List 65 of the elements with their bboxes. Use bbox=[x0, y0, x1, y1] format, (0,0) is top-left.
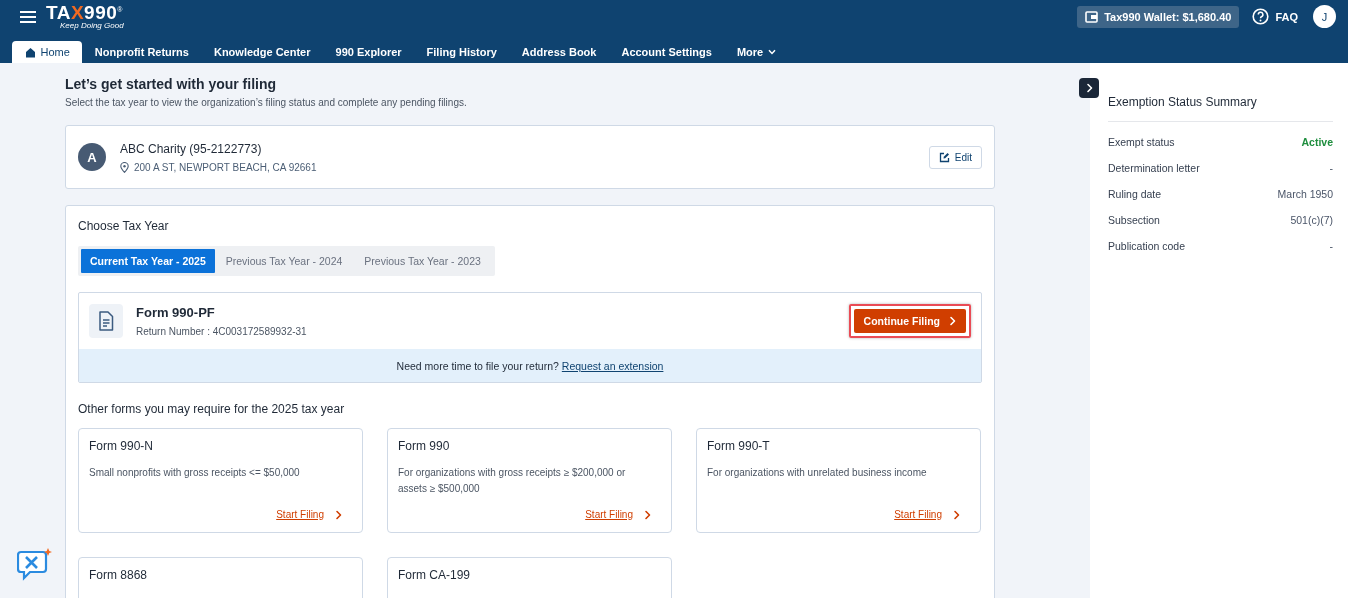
year-tab[interactable]: Previous Tax Year - 2024 bbox=[214, 249, 354, 273]
summary-label: Publication code bbox=[1108, 240, 1186, 252]
continue-filing-button[interactable]: Continue Filing bbox=[853, 309, 966, 333]
nav-tab[interactable]: Address Book bbox=[509, 41, 609, 63]
user-avatar[interactable]: J bbox=[1313, 5, 1336, 28]
nav-tab[interactable]: More bbox=[724, 41, 789, 63]
summary-value: - bbox=[1329, 162, 1333, 174]
form-description: For organizations with unrelated business income bbox=[707, 466, 928, 480]
start-filing-link[interactable]: Start Filing bbox=[585, 509, 633, 520]
form-description: Small nonprofits with gross receipts <= $50,000 bbox=[89, 466, 301, 480]
nav-tab[interactable]: Home bbox=[12, 41, 83, 63]
edit-button[interactable]: Edit bbox=[928, 145, 982, 169]
chevron-right-icon bbox=[335, 509, 342, 520]
organization-address: 200 A ST, NEWPORT BEACH, CA 92661 bbox=[134, 161, 317, 173]
page-title: Let’s get started with your filing bbox=[65, 76, 278, 92]
organization-avatar: A bbox=[78, 143, 106, 171]
chevron-right-icon bbox=[644, 509, 651, 520]
form-title: Form 990 bbox=[398, 439, 451, 453]
summary-label: Exempt status bbox=[1108, 136, 1175, 148]
form-title: Form 990-T bbox=[707, 439, 771, 453]
logo[interactable]: TAX990$^{®}$ Keep Doing Good bbox=[46, 3, 124, 30]
document-icon bbox=[98, 311, 114, 331]
panel-title: Exemption Status Summary bbox=[1108, 63, 1333, 122]
summary-value: Active bbox=[1301, 136, 1333, 148]
summary-value: March 1950 bbox=[1277, 188, 1333, 200]
chevron-down-icon bbox=[768, 49, 777, 55]
start-filing-link[interactable]: Start Filing bbox=[894, 509, 942, 520]
menu-icon bbox=[20, 10, 36, 23]
chevron-right-icon bbox=[949, 316, 956, 326]
summary-value: 501(c)(7) bbox=[1290, 214, 1333, 226]
extension-link[interactable]: Request an extension bbox=[561, 359, 664, 372]
nav-tab[interactable]: 990 Explorer bbox=[323, 41, 415, 63]
nav-tab[interactable]: Account Settings bbox=[608, 41, 725, 63]
summary-label: Ruling date bbox=[1108, 188, 1162, 200]
nav-tab[interactable]: Filing History bbox=[414, 41, 510, 63]
help-icon bbox=[1252, 8, 1270, 25]
form-title: Form 990-PF bbox=[136, 305, 216, 320]
wallet-button[interactable]: Tax990 Wallet: $1,680.40 bbox=[1077, 5, 1240, 28]
chevron-right-icon bbox=[953, 509, 960, 520]
start-filing-link[interactable]: Start Filing bbox=[276, 509, 324, 520]
chat-assistant-icon[interactable] bbox=[17, 547, 53, 581]
nav-tab[interactable]: Nonprofit Returns bbox=[82, 41, 202, 63]
summary-value: - bbox=[1329, 240, 1333, 252]
form-description: For organizations with gross receipts ≥ $200,000 or assets ≥ $500,000 bbox=[398, 466, 627, 496]
chevron-right-icon bbox=[1085, 83, 1093, 93]
location-pin-icon bbox=[120, 161, 129, 173]
page-subtitle: Select the tax year to view the organization’s filing status and complete any pending filings. bbox=[65, 97, 468, 108]
return-number: Return Number : 4C003172589932-31 bbox=[136, 326, 308, 337]
faq-link[interactable]: FAQ bbox=[1252, 8, 1298, 25]
organization-name: ABC Charity (95-2122773) bbox=[120, 141, 263, 156]
summary-label: Subsection bbox=[1108, 214, 1160, 226]
year-tab[interactable]: Previous Tax Year - 2023 bbox=[353, 249, 492, 273]
form-title: Form 8868 bbox=[89, 568, 149, 582]
form-title: Form CA-199 bbox=[398, 568, 472, 582]
collapse-panel-button[interactable] bbox=[1079, 78, 1099, 98]
year-tab[interactable]: Current Tax Year - 2025 bbox=[81, 249, 215, 273]
section-title: Other forms you may require for the 2025 tax year bbox=[78, 402, 346, 416]
extension-note: Need more time to file your return? bbox=[396, 359, 559, 372]
section-title: Choose Tax Year bbox=[78, 219, 170, 233]
edit-icon bbox=[938, 151, 950, 163]
home-icon bbox=[24, 46, 36, 58]
wallet-icon bbox=[1085, 10, 1099, 23]
form-title: Form 990-N bbox=[89, 439, 154, 453]
summary-label: Determination letter bbox=[1108, 162, 1200, 174]
nav-tab[interactable]: Knowledge Center bbox=[201, 41, 324, 63]
